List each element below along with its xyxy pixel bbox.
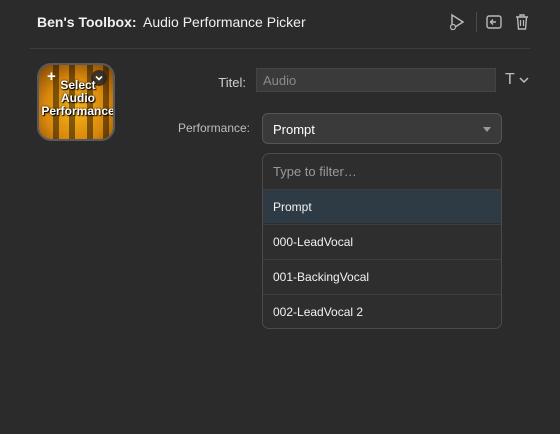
option-label: 001-BackingVocal bbox=[273, 270, 370, 284]
performance-selected-value: Prompt bbox=[273, 122, 315, 137]
back-icon[interactable] bbox=[484, 12, 504, 32]
chevron-down-icon[interactable] bbox=[518, 73, 530, 85]
action-key-label: Select Audio Performance bbox=[41, 78, 115, 118]
option-label: 000-LeadVocal bbox=[273, 235, 354, 249]
title-style-button[interactable]: T bbox=[505, 71, 515, 89]
title-label: Titel: bbox=[218, 75, 246, 90]
trash-icon[interactable] bbox=[512, 12, 532, 32]
dropdown-option[interactable]: 001-BackingVocal bbox=[263, 259, 501, 293]
option-label: 002-LeadVocal 2 bbox=[273, 305, 364, 319]
action-key-preview[interactable]: + Select Audio Performance bbox=[37, 63, 115, 141]
page-title: Audio Performance Picker bbox=[143, 14, 306, 30]
caret-down-icon bbox=[483, 127, 491, 132]
play-test-icon[interactable] bbox=[447, 12, 467, 32]
performance-dropdown: Type to filter… Prompt 000-LeadVocal 001… bbox=[262, 153, 502, 329]
header-divider bbox=[30, 48, 530, 49]
filter-input[interactable]: Type to filter… bbox=[263, 154, 501, 189]
performance-select[interactable]: Prompt bbox=[262, 113, 502, 144]
performance-label: Performance: bbox=[177, 121, 250, 135]
dropdown-option[interactable]: Prompt bbox=[263, 189, 501, 223]
option-label: Prompt bbox=[273, 200, 312, 214]
title-input[interactable] bbox=[256, 68, 496, 92]
dropdown-option[interactable]: 000-LeadVocal bbox=[263, 224, 501, 258]
dropdown-option[interactable]: 002-LeadVocal 2 bbox=[263, 294, 501, 328]
app-name: Ben's Toolbox: bbox=[37, 14, 137, 30]
header-separator bbox=[476, 12, 477, 32]
filter-placeholder: Type to filter… bbox=[273, 164, 357, 179]
header: Ben's Toolbox: Audio Performance Picker bbox=[0, 0, 560, 46]
